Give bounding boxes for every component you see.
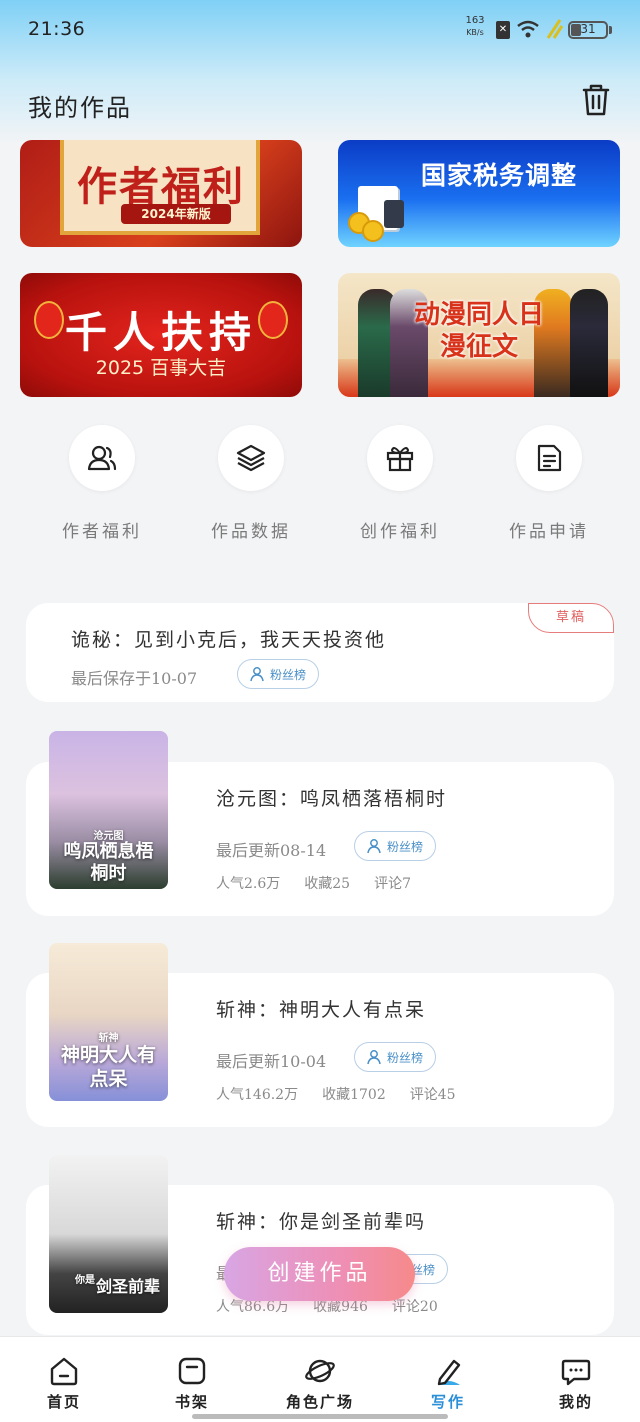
trash-button[interactable] [576,80,616,120]
fans-rank-label: 粉丝榜 [387,1050,424,1065]
quick-circle [218,425,284,491]
document-icon [537,444,562,472]
comments-stat: 评论7 [374,876,412,892]
user-icon [367,839,381,854]
nav-mine[interactable]: 我的 [512,1337,640,1412]
users-icon [87,445,117,471]
work-title: 斩神：神明大人有点呆 [216,999,427,1021]
book-cover[interactable]: 你是 剑圣前辈 [49,1155,168,1313]
nav-writing[interactable]: 写作 [384,1337,512,1412]
cover-title: 鸣凤栖息梧桐时 [63,841,154,884]
nav-label: 书架 [174,1393,209,1411]
character-illustration [570,289,608,397]
cover-title: 神明大人有点呆 [60,1044,156,1090]
chat-icon [561,1359,591,1386]
popularity-stat: 人气2.6万 [216,876,281,892]
comments-stat: 评论45 [409,1087,456,1103]
quick-circle [69,425,135,491]
calculator-illustration [384,200,404,228]
banner-anime-contest[interactable]: 动漫同人日漫征文 [338,273,620,397]
work-stats: 人气2.6万 收藏25 评论7 [216,873,411,893]
work-meta: 最后更新10-04 [216,1052,327,1071]
banner-tax-adjust[interactable]: 国家税务调整 [338,140,620,247]
work-title: 诡秘：见到小克后，我天天投资他 [71,629,387,651]
quick-label: 创作福利 [360,522,440,542]
work-title: 沧元图：鸣凤栖落梧桐时 [216,788,448,810]
popularity-stat: 人气146.2万 [216,1087,299,1103]
sim-off-icon: ✕ [496,21,510,39]
status-bar: 21:36 163 KB/s ✕ 31 [0,0,640,58]
fans-rank-label: 粉丝榜 [270,667,307,682]
banner-title: 动漫同人日漫征文 [414,300,545,362]
quick-circle [367,425,433,491]
work-meta: 最后保存于10-07 [71,669,198,688]
fans-rank-label: 粉丝榜 [387,839,424,854]
banner-subtitle: 2025 百事大吉 [95,357,227,379]
quick-author-benefits[interactable]: 作者福利 [37,425,167,542]
cover-series: 沧元图 [93,831,124,842]
banner-title: 千人扶持 [64,308,257,357]
bottom-nav: 首页 书架 角色广场 写作 我的 [0,1336,640,1422]
user-icon [367,1050,381,1065]
gift-icon [386,447,414,472]
pen-icon [437,1359,461,1386]
draft-badge: 草稿 [528,603,614,633]
nav-character-square[interactable]: 角色广场 [256,1337,384,1412]
cover-title: 剑圣前辈 [95,1277,160,1296]
charging-icon [546,19,564,39]
work-meta: 最后更新08-14 [216,841,327,860]
planet-icon [305,1359,335,1383]
work-card-draft[interactable]: 草稿 诡秘：见到小克后，我天天投资他 最后保存于10-07 粉丝榜 [26,603,614,702]
nav-label: 首页 [46,1393,81,1411]
battery-icon: 31 [568,21,608,39]
nav-label: 写作 [430,1393,465,1411]
status-time: 21:36 [28,18,86,40]
quick-work-application[interactable]: 作品申请 [484,425,614,542]
battery-cap [609,26,612,34]
layers-icon [236,444,266,472]
wifi-icon [517,20,539,38]
page-title: 我的作品 [28,94,132,122]
cover-series: 斩神 [98,1033,119,1044]
nav-label: 角色广场 [285,1393,354,1411]
battery-level: 31 [580,22,596,36]
nav-bookshelf[interactable]: 书架 [128,1337,256,1412]
quick-label: 作品申请 [509,522,589,542]
work-title: 斩神：你是剑圣前辈吗 [216,1211,427,1233]
quick-label: 作品数据 [211,522,291,542]
book-cover[interactable]: 斩神 神明大人有点呆 [49,943,168,1101]
nav-home[interactable]: 首页 [0,1337,128,1412]
banner-title: 国家税务调整 [420,161,577,190]
fans-rank-button[interactable]: 粉丝榜 [237,659,320,689]
favorites-stat: 收藏25 [304,876,351,892]
fans-rank-button[interactable]: 粉丝榜 [354,831,437,861]
user-icon [250,667,264,682]
quick-creation-benefits[interactable]: 创作福利 [335,425,465,542]
quick-work-data[interactable]: 作品数据 [186,425,316,542]
trash-icon [582,84,610,116]
fans-rank-button[interactable]: 粉丝榜 [354,1042,437,1072]
quick-circle [516,425,582,491]
network-speed-unit: KB/s [466,28,484,37]
banner-author-benefits[interactable]: 作者福利 2024年新版 [20,140,302,247]
comments-stat: 评论20 [391,1299,438,1315]
network-speed: 163 KB/s [464,15,486,39]
coin-illustration [362,220,384,242]
network-speed-value: 163 [465,15,485,26]
home-icon [50,1357,78,1386]
nav-label: 我的 [558,1393,593,1411]
book-cover[interactable]: 沧元图 鸣凤栖息梧桐时 [49,731,168,889]
banner-support-program[interactable]: 千人扶持 2025 百事大吉 [20,273,302,397]
home-indicator [192,1414,448,1419]
bookshelf-icon [178,1357,206,1385]
create-work-button[interactable]: 创建作品 [224,1247,415,1301]
work-stats: 人气146.2万 收藏1702 评论45 [216,1084,456,1104]
quick-label: 作者福利 [62,522,142,542]
favorites-stat: 收藏1702 [322,1087,386,1103]
banner-subtitle: 2024年新版 [121,204,231,224]
